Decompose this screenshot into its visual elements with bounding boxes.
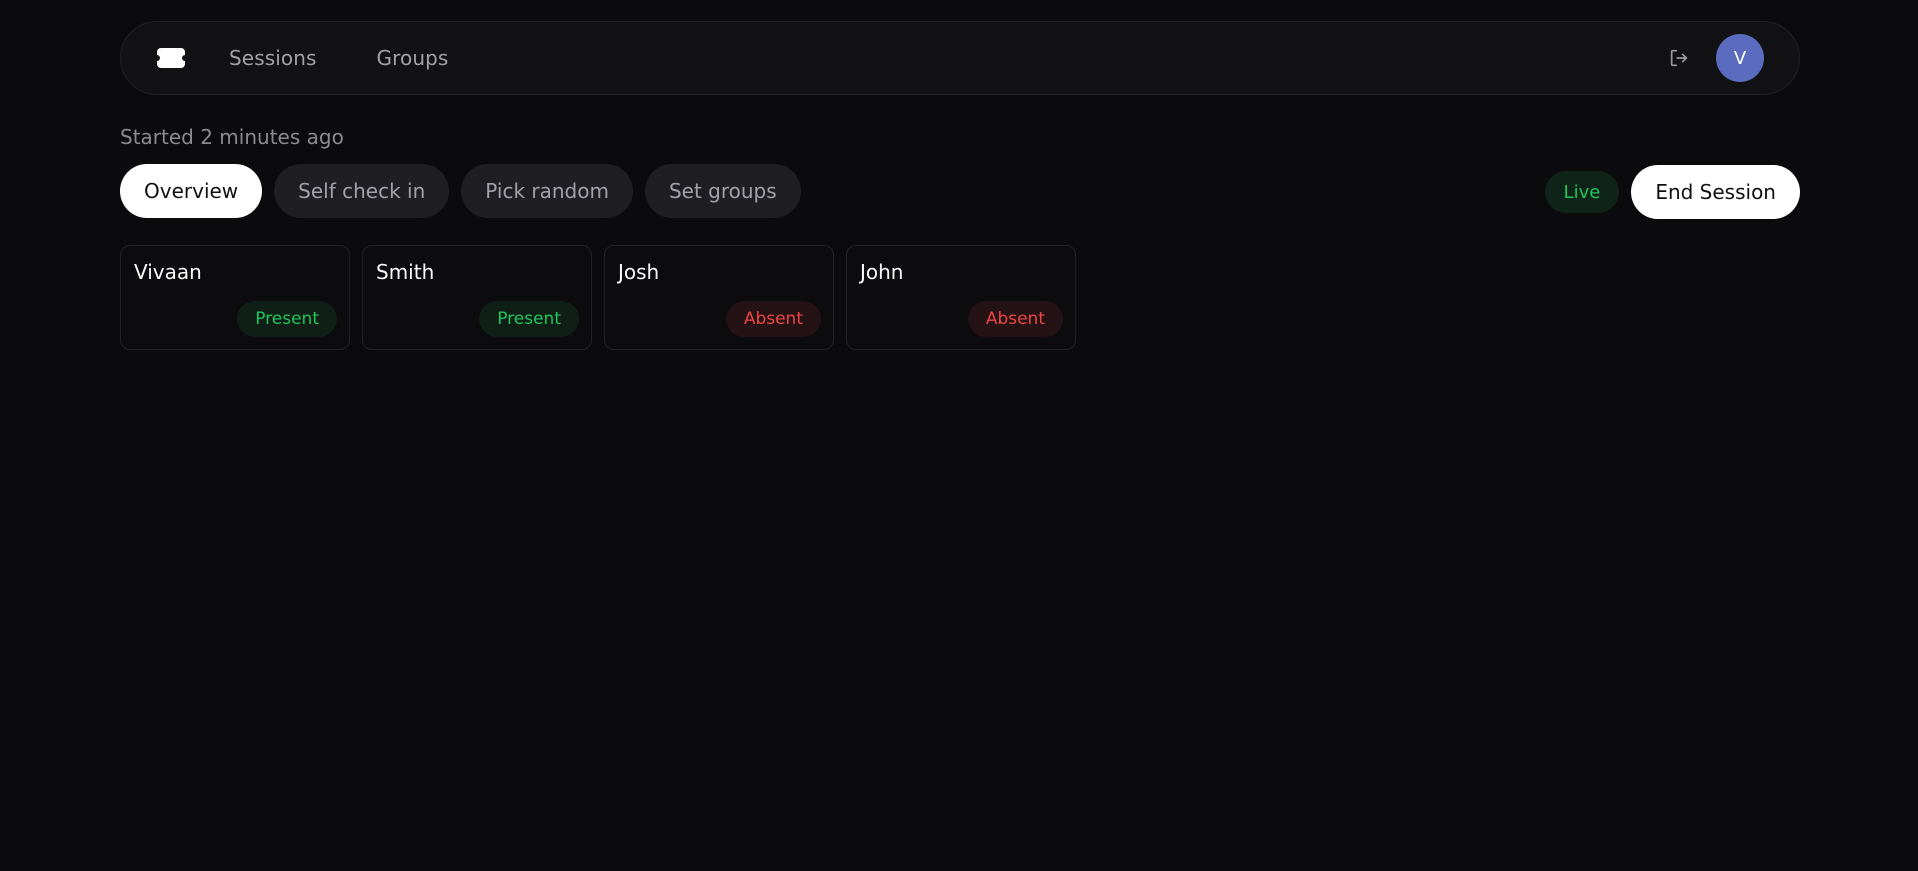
tab-self-check-in[interactable]: Self check in	[274, 164, 450, 218]
student-card[interactable]: Vivaan Present	[120, 245, 350, 350]
student-name: Vivaan	[134, 260, 202, 284]
ticket-icon[interactable]	[157, 48, 185, 68]
student-card[interactable]: Josh Absent	[604, 245, 834, 350]
attendance-badge: Present	[479, 301, 579, 337]
tab-overview[interactable]: Overview	[120, 164, 263, 218]
attendance-badge: Present	[237, 301, 337, 337]
nav-link-groups[interactable]: Groups	[377, 46, 449, 70]
end-session-button[interactable]: End Session	[1631, 165, 1800, 219]
student-name: John	[860, 260, 904, 284]
attendance-badge: Absent	[725, 301, 821, 337]
student-cards: Vivaan Present Smith Present Josh Absent…	[120, 245, 1800, 350]
top-navbar: Sessions Groups V	[120, 21, 1800, 95]
tab-set-groups[interactable]: Set groups	[644, 164, 801, 218]
app-container: Sessions Groups V Started 2 minutes ago …	[120, 21, 1800, 350]
tab-pick-random[interactable]: Pick random	[461, 164, 633, 218]
nav-link-sessions[interactable]: Sessions	[229, 46, 317, 70]
live-status-badge: Live	[1544, 171, 1620, 213]
student-name: Josh	[618, 260, 660, 284]
logout-icon[interactable]	[1667, 46, 1691, 70]
student-card[interactable]: John Absent	[846, 245, 1076, 350]
student-name: Smith	[376, 260, 435, 284]
avatar[interactable]: V	[1716, 34, 1764, 82]
student-card[interactable]: Smith Present	[362, 245, 592, 350]
attendance-badge: Absent	[967, 301, 1063, 337]
session-tabs-row: Overview Self check in Pick random Set g…	[120, 163, 1800, 219]
session-started-text: Started 2 minutes ago	[120, 125, 344, 149]
